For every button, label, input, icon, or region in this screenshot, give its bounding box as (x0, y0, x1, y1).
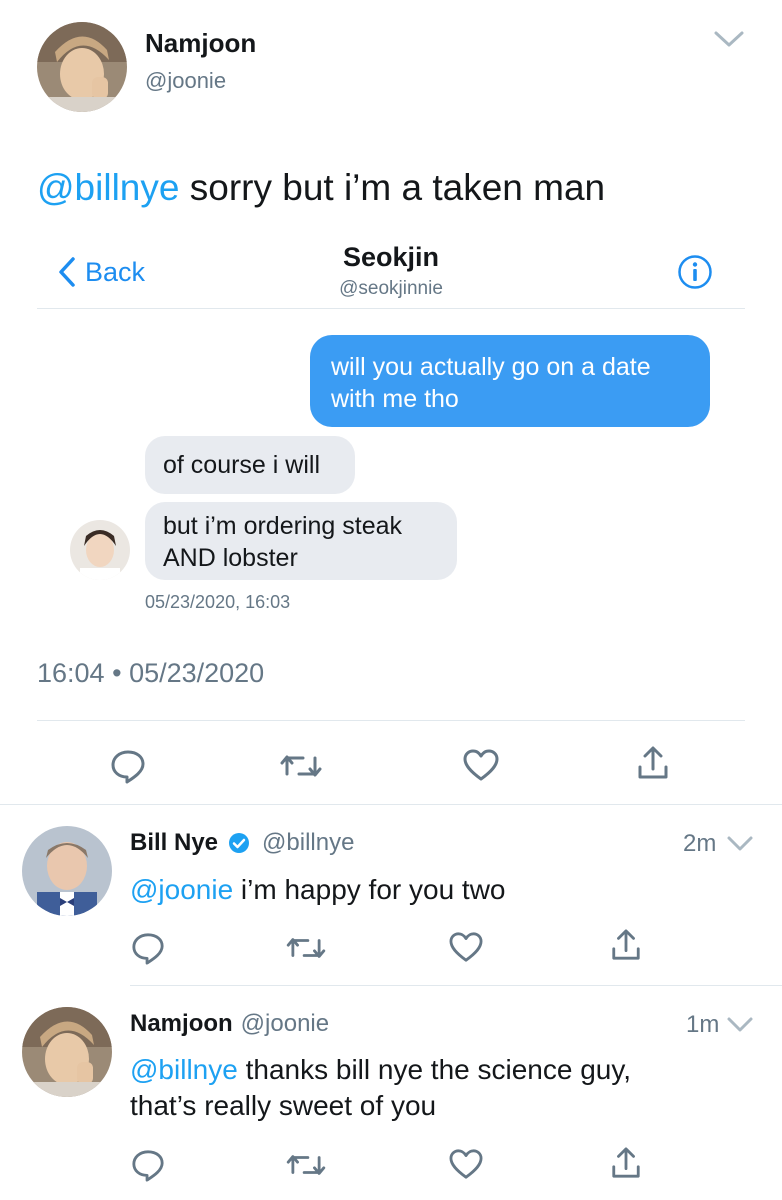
reply-icon[interactable] (109, 748, 147, 784)
reply-text-line1: @billnye thanks bill nye the science guy… (130, 1052, 631, 1088)
share-icon[interactable] (610, 1146, 642, 1180)
like-icon[interactable] (462, 748, 500, 782)
share-icon[interactable] (610, 928, 642, 962)
reply-time: 2m (683, 830, 717, 857)
reply-mention[interactable]: @joonie (130, 874, 233, 905)
tweet-timestamp: 16:04 • 05/23/2020 (37, 658, 264, 689)
timestamp-time: 16:04 (37, 658, 105, 688)
reply-time: 1m (686, 1011, 720, 1038)
retweet-icon[interactable] (285, 933, 327, 963)
verified-badge-icon (228, 832, 250, 854)
dm-header-divider (37, 308, 745, 309)
tweet-divider (37, 720, 745, 721)
contact-name: Seokjin (342, 242, 440, 272)
timestamp-date: 05/23/2020 (129, 658, 265, 688)
mention-link[interactable]: @billnye (37, 167, 179, 208)
reply-body-line1: thanks bill nye the science guy, (237, 1054, 632, 1085)
reply-author-handle[interactable]: @joonie (241, 1010, 329, 1038)
reply-avatar[interactable] (22, 1007, 112, 1097)
contact-handle: @seokjinnie (339, 278, 443, 299)
author-name[interactable]: Namjoon (145, 28, 256, 59)
reply-text: @billnye thanks bill nye the science guy… (130, 1052, 631, 1124)
tweet-text: @billnye sorry but i’m a taken man (37, 166, 605, 210)
reply-author-name[interactable]: Namjoon (130, 1010, 233, 1038)
reply-author-name[interactable]: Bill Nye (130, 829, 218, 857)
sent-message-line1: will you actually go on a date (331, 353, 651, 381)
contact-avatar (70, 520, 130, 580)
reply-header: Bill Nye @billnye (130, 829, 354, 857)
reply-body-line2: that’s really sweet of you (130, 1090, 437, 1121)
received-message-2-line2: AND lobster (163, 544, 298, 572)
sent-message-line2: with me tho (331, 385, 459, 413)
reply-divider (130, 985, 782, 986)
retweet-icon[interactable] (285, 1150, 327, 1180)
reply-body: i’m happy for you two (233, 874, 506, 905)
received-message-1: of course i will (163, 451, 320, 479)
retweet-icon[interactable] (279, 750, 323, 782)
reply-mention[interactable]: @billnye (130, 1054, 238, 1085)
chevron-down-icon[interactable] (725, 1015, 755, 1035)
reply-author-handle[interactable]: @billnye (262, 829, 354, 857)
timestamp-separator: • (112, 658, 122, 688)
author-handle[interactable]: @joonie (145, 68, 226, 94)
reply-icon[interactable] (130, 1148, 166, 1182)
message-timestamp: 05/23/2020, 16:03 (145, 592, 291, 612)
share-icon[interactable] (636, 745, 670, 781)
reply-text: @joonie i’m happy for you two (130, 872, 506, 908)
dm-screenshot: Back Seokjin @seokjinnie will you actual… (37, 228, 745, 628)
reply-avatar[interactable] (22, 826, 112, 916)
reply-icon[interactable] (130, 931, 166, 965)
chevron-down-icon[interactable] (725, 834, 755, 854)
author-avatar[interactable] (37, 22, 127, 112)
received-message-2-line1: but i’m ordering steak (163, 512, 403, 540)
chevron-down-icon[interactable] (712, 28, 746, 50)
section-divider (0, 804, 782, 805)
reply-header: Namjoon @joonie (130, 1010, 329, 1038)
info-icon[interactable] (677, 254, 713, 295)
like-icon[interactable] (448, 1148, 484, 1180)
tweet-body: sorry but i’m a taken man (179, 167, 606, 208)
like-icon[interactable] (448, 931, 484, 963)
